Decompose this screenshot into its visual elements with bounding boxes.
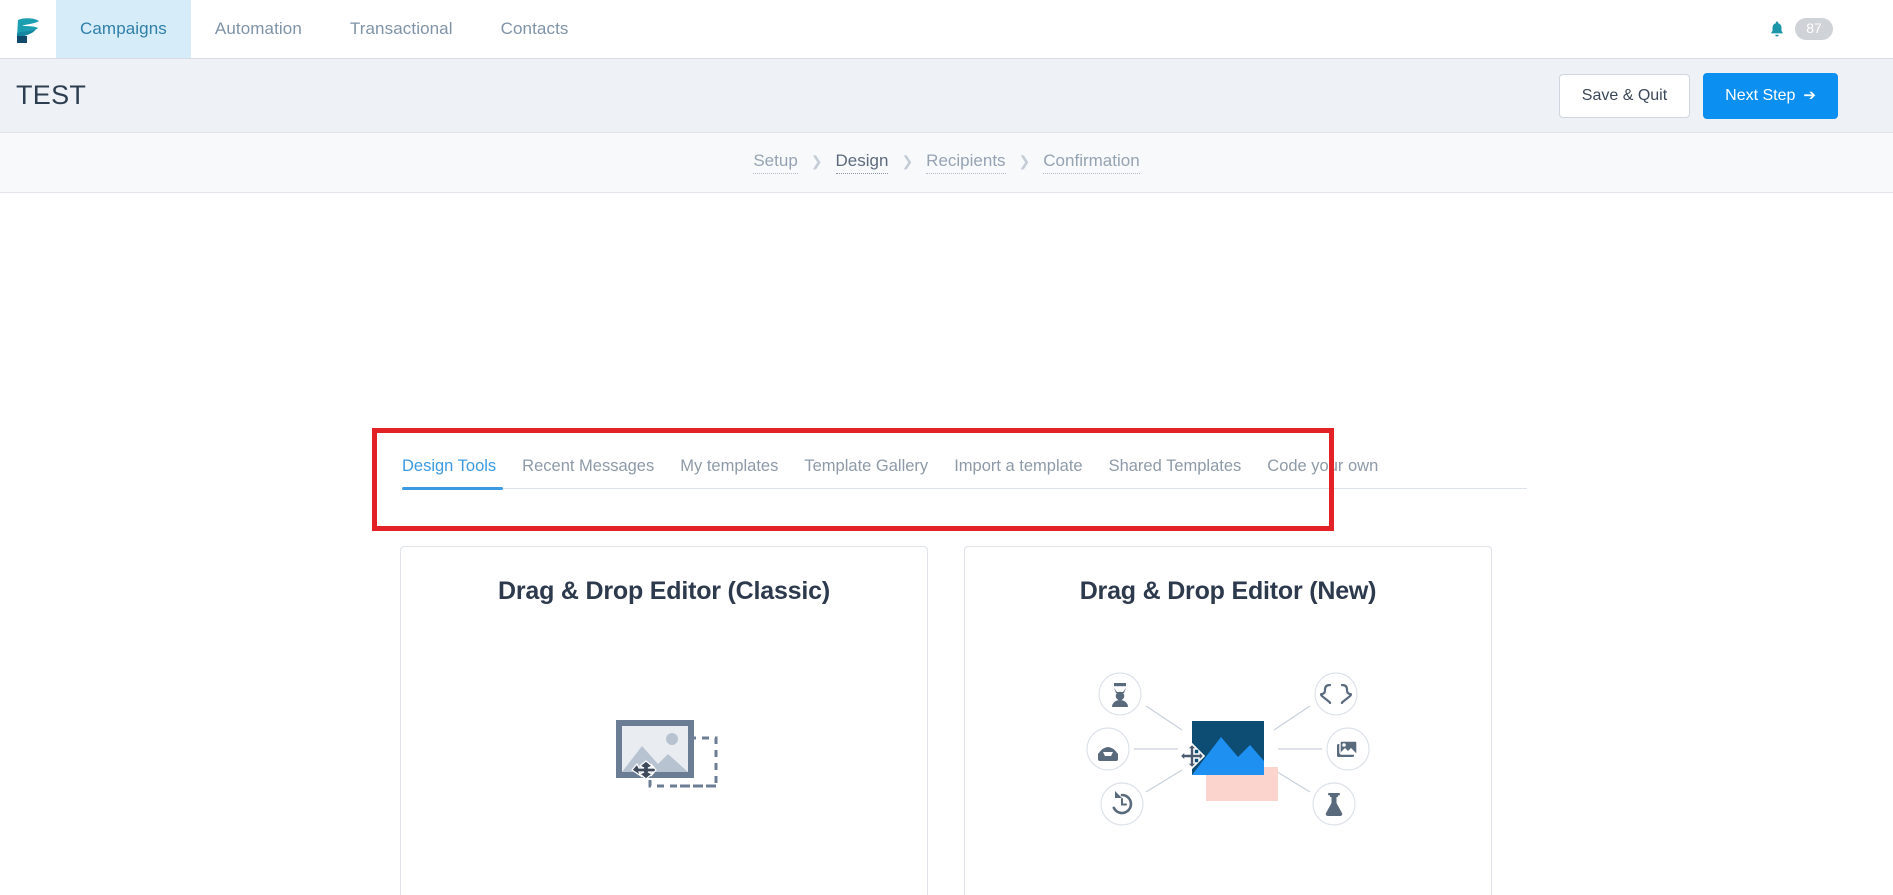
tab-my-templates-label: My templates — [680, 457, 779, 475]
step-design[interactable]: Design — [835, 151, 889, 174]
nav-item-transactional[interactable]: Transactional — [326, 0, 477, 58]
nav-item-automation-label: Automation — [214, 19, 302, 38]
inbox-icon — [1086, 727, 1130, 772]
card-drag-drop-classic-title: Drag & Drop Editor (Classic) — [498, 577, 830, 605]
tab-code-your-own-label: Code your own — [1267, 457, 1379, 475]
tab-shared-templates[interactable]: Shared Templates — [1096, 457, 1255, 488]
main-content: Design Tools Recent Messages My template… — [0, 193, 1893, 895]
nav-item-contacts[interactable]: Contacts — [477, 0, 593, 58]
card-drag-drop-classic[interactable]: Drag & Drop Editor (Classic) Create a mo… — [400, 546, 928, 895]
card-drag-drop-new-title: Drag & Drop Editor (New) — [1079, 577, 1377, 605]
step-confirmation[interactable]: Confirmation — [1043, 151, 1140, 174]
nav-item-campaigns[interactable]: Campaigns — [56, 0, 191, 58]
tab-import-a-template-label: Import a template — [954, 457, 1083, 475]
nav-right-group: 87 — [1768, 0, 1893, 58]
template-source-tabs-zone: Design Tools Recent Messages My template… — [402, 457, 1527, 490]
tab-design-tools-label: Design Tools — [402, 457, 497, 475]
step-setup[interactable]: Setup — [753, 151, 798, 174]
history-revert-icon — [1100, 782, 1144, 827]
tab-template-gallery-label: Template Gallery — [804, 457, 929, 475]
card-drag-drop-classic-art — [401, 606, 927, 895]
image-gallery-icon — [1326, 727, 1370, 772]
user-crown-icon — [1098, 672, 1142, 717]
tab-design-tools[interactable]: Design Tools — [402, 457, 509, 490]
chevron-right-icon: ❯ — [810, 153, 823, 169]
next-step-button[interactable]: Next Step ➔ — [1703, 72, 1838, 119]
campaign-stepper: Setup ❯ Design ❯ Recipients ❯ Confirmati… — [0, 133, 1893, 193]
sendinblue-logo-icon — [17, 18, 39, 43]
nav-item-automation[interactable]: Automation — [191, 0, 326, 58]
flask-beaker-icon — [1312, 782, 1356, 827]
chevron-right-icon: ❯ — [1018, 153, 1031, 169]
code-braces-icon — [1314, 672, 1358, 717]
tab-recent-messages[interactable]: Recent Messages — [509, 457, 667, 488]
header-actions: Save & Quit Next Step ➔ — [1558, 72, 1838, 119]
next-step-button-label: Next Step — [1725, 86, 1796, 104]
tab-recent-messages-label: Recent Messages — [522, 457, 655, 475]
tab-code-your-own[interactable]: Code your own — [1254, 457, 1391, 488]
primary-nav-items: Campaigns Automation Transactional Conta… — [56, 0, 593, 58]
nav-item-campaigns-label: Campaigns — [80, 19, 167, 38]
notification-count-badge[interactable]: 87 — [1795, 18, 1833, 40]
card-drag-drop-new-art — [965, 606, 1491, 893]
tab-shared-templates-label: Shared Templates — [1108, 457, 1242, 475]
card-drag-drop-new[interactable]: Drag & Drop Editor (New) — [964, 546, 1492, 895]
tab-my-templates[interactable]: My templates — [667, 457, 791, 488]
editor-choice-cards: Drag & Drop Editor (Classic) Create a mo… — [400, 546, 1492, 895]
arrow-right-icon: ➔ — [1803, 87, 1816, 104]
chevron-right-icon: ❯ — [901, 153, 914, 169]
nav-item-transactional-label: Transactional — [349, 19, 453, 38]
save-and-quit-button[interactable]: Save & Quit — [1558, 73, 1691, 118]
template-source-tabs: Design Tools Recent Messages My template… — [402, 457, 1527, 490]
editor-network-illustration-icon — [1086, 672, 1370, 827]
step-recipients[interactable]: Recipients — [926, 151, 1006, 174]
top-navigation-bar: Campaigns Automation Transactional Conta… — [0, 0, 1893, 59]
tab-import-a-template[interactable]: Import a template — [941, 457, 1095, 488]
app-logo[interactable] — [0, 0, 56, 58]
tab-template-gallery[interactable]: Template Gallery — [791, 457, 941, 488]
page-title: TEST — [16, 80, 87, 110]
nav-item-contacts-label: Contacts — [500, 19, 569, 38]
image-placeholder-drag-icon — [616, 719, 718, 788]
page-header: TEST Save & Quit Next Step ➔ — [0, 59, 1893, 133]
bell-icon[interactable] — [1768, 19, 1786, 39]
